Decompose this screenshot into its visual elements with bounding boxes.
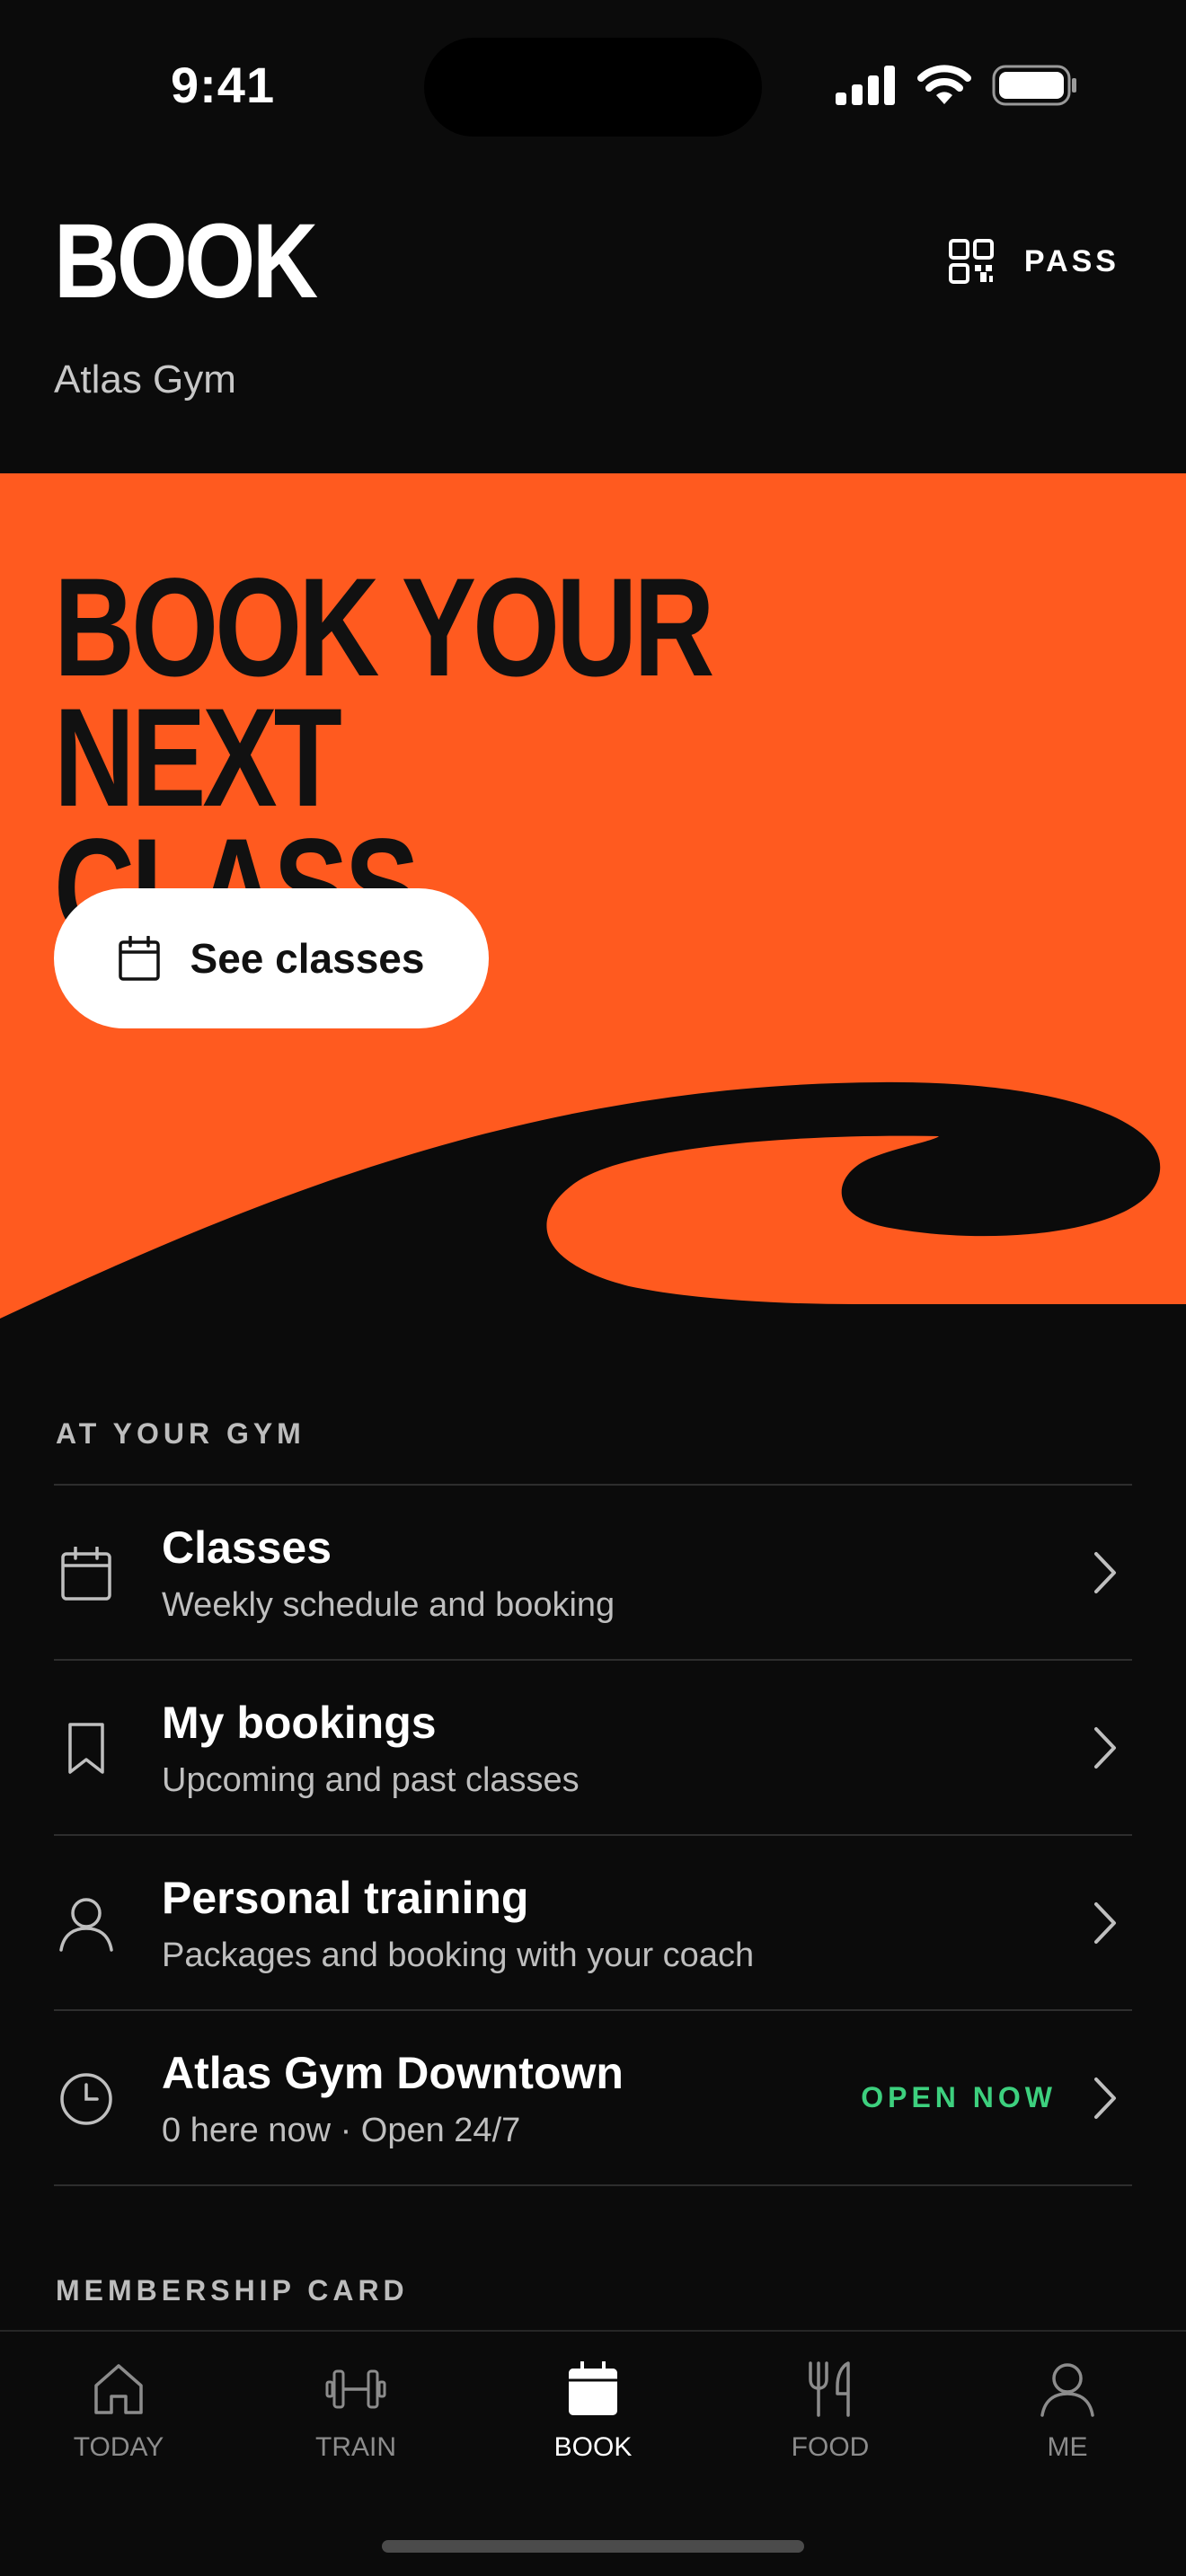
section-label-membership-card: MEMBERSHIP CARD: [56, 2274, 409, 2307]
home-indicator[interactable]: [382, 2540, 804, 2553]
calendar-icon: [54, 1541, 119, 1606]
chevron-right-icon: [1094, 1552, 1116, 1593]
qr-code-icon: [948, 239, 994, 284]
tab-food[interactable]: FOOD: [712, 2332, 949, 2484]
tab-label: BOOK: [553, 2432, 633, 2462]
gym-list: Classes Weekly schedule and booking My b…: [54, 1484, 1132, 2186]
bookmark-icon: [54, 1716, 119, 1781]
dumbbell-icon: [325, 2359, 386, 2420]
battery-icon: [992, 65, 1076, 106]
section-label-at-your-gym: AT YOUR GYM: [56, 1417, 305, 1450]
see-classes-label: See classes: [190, 935, 425, 982]
status-time: 9:41: [171, 57, 276, 113]
wifi-icon: [917, 65, 971, 104]
list-item-title: Atlas Gym Downtown: [162, 2048, 624, 2098]
list-item-classes[interactable]: Classes Weekly schedule and booking: [54, 1486, 1132, 1661]
gym-name: Atlas Gym: [54, 357, 236, 401]
see-classes-button[interactable]: See classes: [54, 888, 489, 1028]
person-icon: [1037, 2359, 1098, 2420]
chevron-right-icon: [1094, 1902, 1116, 1944]
tab-train[interactable]: TRAIN: [237, 2332, 474, 2484]
dynamic-island: [424, 38, 762, 137]
list-item-title: My bookings: [162, 1698, 437, 1748]
tab-label: ME: [1047, 2432, 1088, 2462]
list-item-subtitle: Upcoming and past classes: [162, 1761, 580, 1799]
tab-me[interactable]: ME: [949, 2332, 1186, 2484]
tab-book[interactable]: BOOK: [474, 2332, 712, 2484]
list-item-subtitle: 0 here now · Open 24/7: [162, 2112, 521, 2149]
calendar-icon: [118, 936, 160, 981]
tab-today[interactable]: TODAY: [0, 2332, 237, 2484]
hero-banner: BOOK YOUR NEXT CLASS See classes: [0, 473, 1186, 1331]
status-bar: 9:41: [0, 0, 1186, 171]
pass-label: PASS: [1023, 243, 1120, 278]
tab-bar: TODAY TRAIN BOOK FOOD ME: [0, 2330, 1186, 2576]
fork-knife-icon: [800, 2359, 861, 2420]
tab-label: FOOD: [791, 2432, 870, 2462]
chevron-right-icon: [1094, 2078, 1116, 2119]
cellular-signal-icon: [836, 66, 895, 105]
status-icons: [836, 65, 1078, 106]
tab-label: TRAIN: [315, 2432, 396, 2462]
list-item-subtitle: Packages and booking with your coach: [162, 1936, 755, 1974]
open-status-badge: OPEN NOW: [861, 2081, 1057, 2113]
chevron-right-icon: [1094, 1727, 1116, 1769]
list-item-title: Classes: [162, 1522, 332, 1573]
calendar-icon: [562, 2359, 624, 2420]
list-item-gym-location[interactable]: Atlas Gym Downtown 0 here now · Open 24/…: [54, 2011, 1132, 2186]
person-icon: [54, 1892, 119, 1956]
list-item-my-bookings[interactable]: My bookings Upcoming and past classes: [54, 1661, 1132, 1836]
list-item-title: Personal training: [162, 1873, 529, 1923]
hero-headline-line1: BOOK YOUR NEXT: [54, 550, 714, 836]
tab-label: TODAY: [73, 2432, 164, 2462]
page-title: BOOK: [54, 202, 318, 321]
list-item-subtitle: Weekly schedule and booking: [162, 1586, 615, 1624]
pass-button[interactable]: PASS: [948, 239, 1120, 284]
list-item-personal-training[interactable]: Personal training Packages and booking w…: [54, 1836, 1132, 2011]
clock-icon: [54, 2067, 119, 2131]
home-icon: [88, 2359, 149, 2420]
